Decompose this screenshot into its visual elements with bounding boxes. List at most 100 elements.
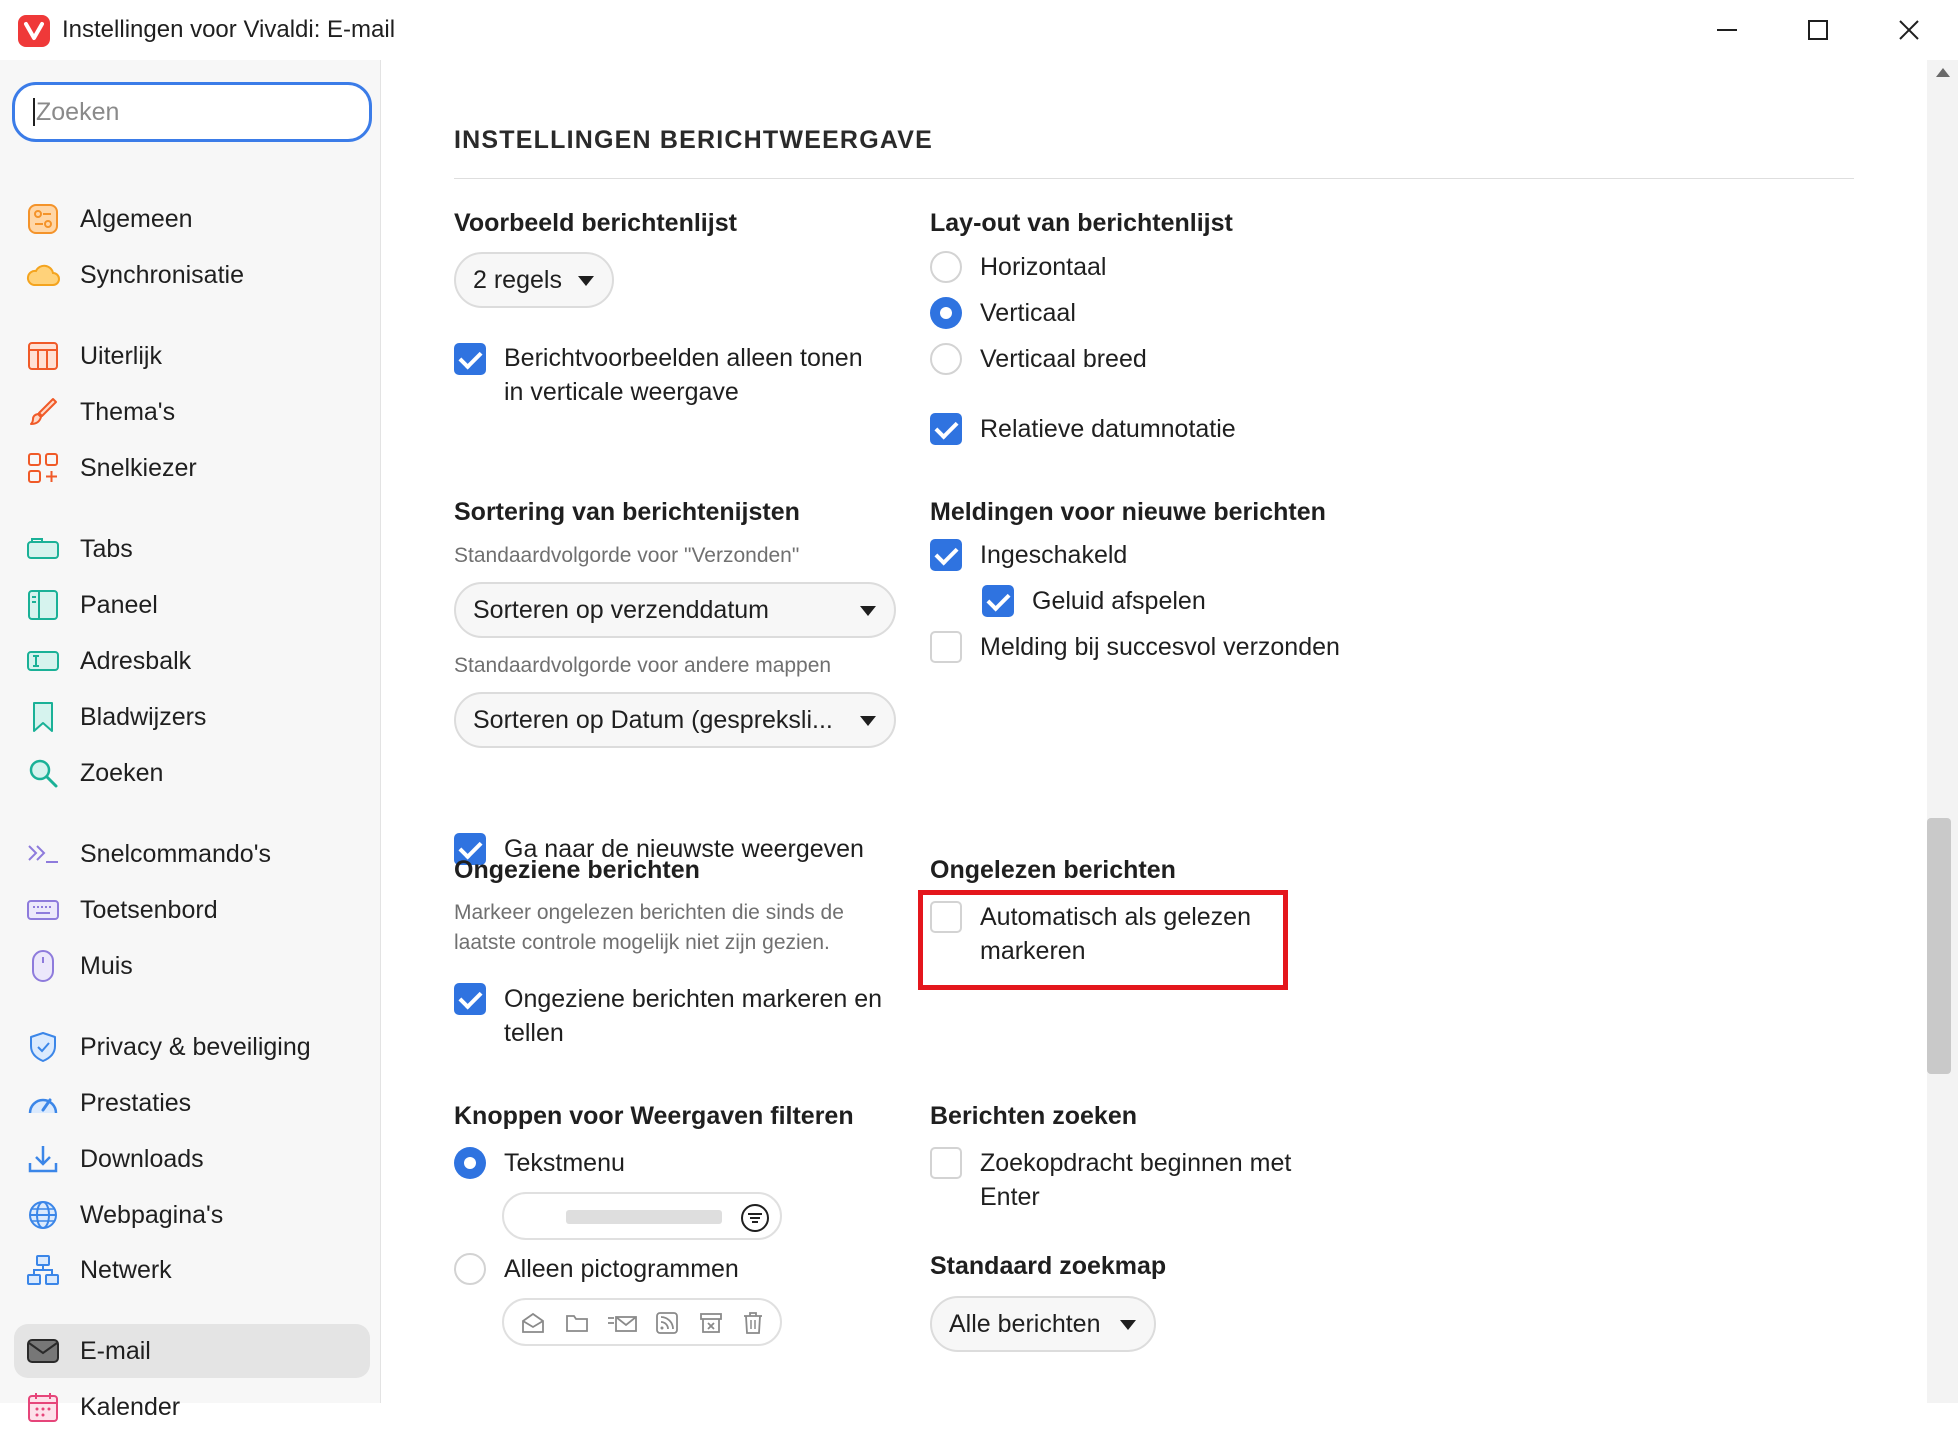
preview-placeholder-bar (566, 1210, 722, 1224)
sidebar-item-sync[interactable]: Synchronisatie (14, 248, 370, 302)
content-scrollbar[interactable] (1927, 60, 1958, 1403)
close-button[interactable] (1879, 10, 1939, 50)
icons-only-radio[interactable] (454, 1253, 486, 1285)
quick-commands-icon (26, 837, 60, 871)
relative-date-checkbox[interactable] (930, 413, 962, 445)
sidebar-item-label: Kalender (80, 1392, 181, 1421)
sent-sort-dropdown[interactable]: Sorteren op verzenddatum (454, 582, 896, 638)
label-line: Ongeziene berichten markeren en (504, 985, 883, 1013)
sidebar-item-privacy[interactable]: Privacy & beveiliging (14, 1020, 370, 1074)
default-search-folder-dropdown[interactable]: Alle berichten (930, 1296, 1156, 1352)
sent-success-notification-checkbox[interactable] (930, 631, 962, 663)
dropdown-arrow-icon (1120, 1320, 1136, 1330)
notifications-enabled-label: Ingeschakeld (980, 541, 1128, 569)
sidebar-item-label: Webpagina's (80, 1200, 224, 1229)
layout-vertical-wide-radio[interactable] (930, 343, 962, 375)
scrollbar-thumb[interactable] (1927, 818, 1951, 1074)
trash-icon (744, 1312, 762, 1334)
layout-horizontal-radio[interactable] (930, 251, 962, 283)
sidebar-item-calendar[interactable]: Kalender (14, 1380, 370, 1434)
preview-vertical-only-label: Berichtvoorbeelden alleen tonen in verti… (504, 341, 863, 409)
preview-lines-dropdown[interactable]: 2 regels (454, 252, 614, 308)
sidebar-item-webpages[interactable]: Webpagina's (14, 1188, 370, 1242)
search-on-enter-label: Zoekopdracht beginnen met Enter (980, 1146, 1291, 1214)
search-on-enter-checkbox[interactable] (930, 1147, 962, 1179)
sidebar-item-address-bar[interactable]: Adresbalk (14, 634, 370, 688)
general-icon (26, 202, 60, 236)
auto-mark-read-label: Automatisch als gelezen markeren (980, 900, 1251, 968)
close-icon (1899, 20, 1919, 40)
sidebar-item-themes[interactable]: Thema's (14, 385, 370, 439)
sent-success-notification-label: Melding bij succesvol verzonden (980, 633, 1340, 661)
sidebar-item-label: Privacy & beveiliging (80, 1032, 311, 1061)
sidebar-item-panel[interactable]: Paneel (14, 578, 370, 632)
play-sound-checkbox[interactable] (982, 585, 1014, 617)
layout-vertical-radio[interactable] (930, 297, 962, 329)
maximize-button[interactable] (1788, 10, 1848, 50)
dropdown-arrow-icon (860, 606, 876, 616)
preview-vertical-only-checkbox[interactable] (454, 343, 486, 375)
sidebar-item-label: Paneel (80, 590, 158, 619)
text-menu-preview (502, 1192, 782, 1240)
sidebar-item-keyboard[interactable]: Toetsenbord (14, 883, 370, 937)
vivaldi-logo-icon (18, 15, 50, 47)
sidebar-item-label: Zoeken (80, 758, 164, 787)
mouse-icon (26, 949, 60, 983)
text-menu-radio[interactable] (454, 1147, 486, 1179)
sidebar-item-label: Snelcommando's (80, 839, 271, 868)
calendar-icon (26, 1390, 60, 1424)
label-line: Automatisch als gelezen (980, 903, 1251, 931)
auto-mark-read-checkbox[interactable] (930, 901, 962, 933)
sidebar-item-search[interactable]: Zoeken (14, 746, 370, 800)
appearance-icon (26, 339, 60, 373)
sidebar-item-mouse[interactable]: Muis (14, 939, 370, 993)
sidebar-item-downloads[interactable]: Downloads (14, 1132, 370, 1186)
shield-icon (26, 1030, 60, 1064)
sidebar-item-label: Synchronisatie (80, 260, 244, 289)
search-placeholder: Zoeken (36, 97, 120, 126)
sidebar-item-email[interactable]: E-mail (14, 1324, 370, 1378)
mark-unseen-checkbox[interactable] (454, 983, 486, 1015)
sidebar-item-general[interactable]: Algemeen (14, 192, 370, 246)
sidebar-item-label: Netwerk (80, 1255, 172, 1284)
minimize-icon (1717, 29, 1737, 31)
network-icon (26, 1253, 60, 1287)
sidebar-item-speed-dial[interactable]: Snelkiezer (14, 441, 370, 495)
sidebar-item-appearance[interactable]: Uiterlijk (14, 329, 370, 383)
sidebar-item-network[interactable]: Netwerk (14, 1243, 370, 1297)
sidebar-item-performance[interactable]: Prestaties (14, 1076, 370, 1130)
minimize-button[interactable] (1697, 10, 1757, 50)
desc-line: Markeer ongelezen berichten die sinds de (454, 901, 844, 924)
label-line: markeren (980, 937, 1086, 965)
other-sort-description: Standaardvolgorde voor andere mappen (454, 654, 832, 677)
sidebar-item-label: Downloads (80, 1144, 204, 1173)
settings-search-input[interactable]: Zoeken (12, 82, 372, 142)
sidebar-item-label: Toetsenbord (80, 895, 218, 924)
sidebar-item-label: E-mail (80, 1336, 151, 1365)
dropdown-value: Sorteren op verzenddatum (473, 595, 770, 624)
window-title: Instellingen voor Vivaldi: E-mail (62, 16, 396, 43)
mail-icon (26, 1334, 60, 1368)
dropdown-value: Sorteren op Datum (gespreksli... (473, 705, 833, 734)
sidebar-item-quick-commands[interactable]: Snelcommando's (14, 827, 370, 881)
archive-icon (700, 1313, 722, 1333)
scroll-up-arrow-icon[interactable] (1936, 68, 1950, 77)
unseen-heading: Ongeziene berichten (454, 856, 700, 884)
folder-icon (566, 1315, 588, 1332)
notifications-enabled-checkbox[interactable] (930, 539, 962, 571)
layout-vertical-wide-label: Verticaal breed (980, 345, 1147, 373)
settings-sidebar: Zoeken Algemeen Synchronisatie Uiterlijk… (0, 60, 381, 1422)
default-search-folder-heading: Standaard zoekmap (930, 1252, 1167, 1280)
other-sort-dropdown[interactable]: Sorteren op Datum (gespreksli... (454, 692, 896, 748)
sidebar-item-label: Bladwijzers (80, 702, 207, 731)
sidebar-item-tabs[interactable]: Tabs (14, 522, 370, 576)
download-icon (26, 1142, 60, 1176)
sidebar-item-label: Snelkiezer (80, 453, 197, 482)
sidebar-item-bookmarks[interactable]: Bladwijzers (14, 690, 370, 744)
filter-menu-icon (741, 1204, 769, 1232)
layout-heading: Lay-out van berichtenlijst (930, 209, 1233, 237)
sidebar-item-label: Muis (80, 951, 133, 980)
dropdown-value: 2 regels (473, 265, 562, 294)
dropdown-value: Alle berichten (949, 1309, 1101, 1338)
panel-icon (26, 588, 60, 622)
